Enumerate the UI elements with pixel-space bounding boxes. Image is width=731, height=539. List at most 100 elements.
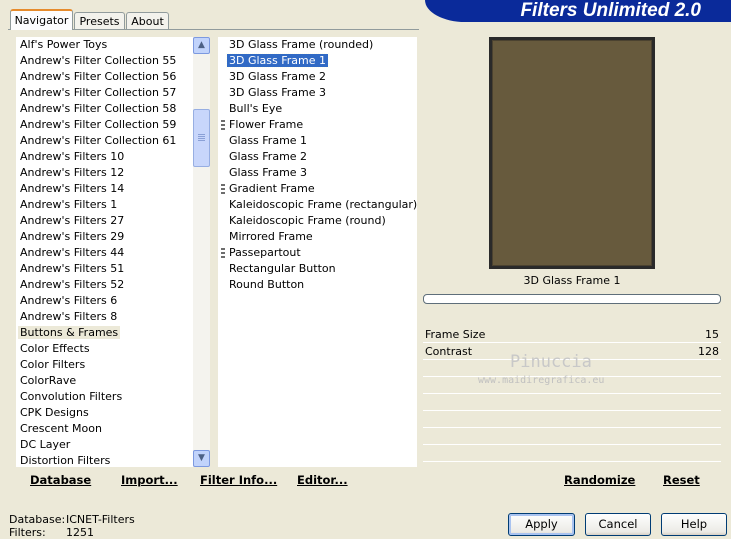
filters-label: Filters: <box>9 526 46 539</box>
category-item[interactable]: Andrew's Filter Collection 59 <box>16 117 193 133</box>
category-label: Andrew's Filter Collection 61 <box>20 134 177 147</box>
param-slot <box>423 445 721 462</box>
database-value: ICNET-Filters <box>66 513 135 526</box>
filter-item[interactable]: Bull's Eye <box>218 101 417 117</box>
category-label: Andrew's Filter Collection 58 <box>20 102 177 115</box>
category-item[interactable]: Andrew's Filter Collection 61 <box>16 133 193 149</box>
filter-list[interactable]: 3D Glass Frame (rounded) 3D Glass Frame 1… <box>218 37 417 467</box>
category-item[interactable]: Andrew's Filters 51 <box>16 261 193 277</box>
category-item[interactable]: Color Effects <box>16 341 193 357</box>
filter-item[interactable]: Mirrored Frame <box>218 229 417 245</box>
category-label: Andrew's Filter Collection 59 <box>20 118 177 131</box>
brand-banner: Filters Unlimited 2.0 <box>425 0 731 22</box>
category-item[interactable]: Andrew's Filter Collection 55 <box>16 53 193 69</box>
randomize-button[interactable]: Randomize <box>564 473 635 487</box>
param-label: Frame Size <box>425 328 486 341</box>
category-item[interactable]: Crescent Moon <box>16 421 193 437</box>
category-item[interactable]: Alf's Power Toys <box>16 37 193 53</box>
scroll-thumb[interactable] <box>193 109 210 167</box>
category-item[interactable]: Buttons & Frames <box>16 325 193 341</box>
category-scrollbar[interactable]: ▲ ▼ <box>193 37 210 467</box>
filter-item[interactable]: 3D Glass Frame 1 <box>218 53 417 69</box>
category-item[interactable]: Andrew's Filters 6 <box>16 293 193 309</box>
param-value: 128 <box>698 345 719 358</box>
filter-item[interactable]: Round Button <box>218 277 417 293</box>
category-label: DC Layer <box>20 438 71 451</box>
filter-item[interactable]: 3D Glass Frame 2 <box>218 69 417 85</box>
database-button[interactable]: Database <box>30 473 91 487</box>
category-item[interactable]: Andrew's Filters 10 <box>16 149 193 165</box>
category-label: Buttons & Frames <box>18 326 121 339</box>
filter-label: Rectangular Button <box>229 262 336 275</box>
help-button[interactable]: Help <box>661 513 727 536</box>
category-item[interactable]: Andrew's Filters 8 <box>16 309 193 325</box>
filter-label: 3D Glass Frame (rounded) <box>229 38 374 51</box>
filter-label: Kaleidoscopic Frame (rectangular) <box>229 198 417 211</box>
category-item[interactable]: Andrew's Filter Collection 58 <box>16 101 193 117</box>
scroll-up-button[interactable]: ▲ <box>193 37 210 54</box>
filter-item[interactable]: Gradient Frame <box>218 181 417 197</box>
filter-label: Gradient Frame <box>229 182 315 195</box>
category-label: Andrew's Filters 52 <box>20 278 125 291</box>
cancel-button[interactable]: Cancel <box>585 513 651 536</box>
category-label: Convolution Filters <box>20 390 123 403</box>
category-label: Andrew's Filters 12 <box>20 166 125 179</box>
category-item[interactable]: Andrew's Filters 29 <box>16 229 193 245</box>
category-list[interactable]: Alf's Power Toys Andrew's Filter Collecti… <box>16 37 193 467</box>
scroll-down-button[interactable]: ▼ <box>193 450 210 467</box>
filter-item[interactable]: Kaleidoscopic Frame (round) <box>218 213 417 229</box>
filter-label: Glass Frame 1 <box>229 134 308 147</box>
filters-value: 1251 <box>66 526 94 539</box>
filter-item[interactable]: 3D Glass Frame 3 <box>218 85 417 101</box>
filter-item[interactable]: Glass Frame 3 <box>218 165 417 181</box>
category-item[interactable]: Andrew's Filters 52 <box>16 277 193 293</box>
import-button[interactable]: Import... <box>121 473 178 487</box>
filter-item[interactable]: Glass Frame 2 <box>218 149 417 165</box>
watermark-name: Pinuccia <box>510 352 592 372</box>
category-item[interactable]: DC Layer <box>16 437 193 453</box>
reset-button[interactable]: Reset <box>663 473 700 487</box>
category-item[interactable]: Andrew's Filter Collection 56 <box>16 69 193 85</box>
filter-label: Passepartout <box>229 246 301 259</box>
param-frame-size[interactable]: Frame Size 15 <box>423 326 721 343</box>
filter-item[interactable]: Glass Frame 1 <box>218 133 417 149</box>
param-value: 15 <box>705 328 719 341</box>
tab-presets[interactable]: Presets <box>74 12 125 29</box>
category-label: Andrew's Filters 1 <box>20 198 118 211</box>
param-slot <box>423 411 721 428</box>
filter-item[interactable]: Passepartout <box>218 245 417 261</box>
filter-item[interactable]: Rectangular Button <box>218 261 417 277</box>
filter-item[interactable]: Flower Frame <box>218 117 417 133</box>
filter-item[interactable]: 3D Glass Frame (rounded) <box>218 37 417 53</box>
category-label: Andrew's Filters 8 <box>20 310 118 323</box>
filter-label: Glass Frame 2 <box>229 150 308 163</box>
filter-item[interactable]: Kaleidoscopic Frame (rectangular) <box>218 197 417 213</box>
preview-image <box>492 40 652 266</box>
filter-label: Flower Frame <box>229 118 304 131</box>
group-icon <box>221 120 225 130</box>
apply-button[interactable]: Apply <box>508 513 575 536</box>
category-item[interactable]: Distortion Filters <box>16 453 193 467</box>
category-item[interactable]: ColorRave <box>16 373 193 389</box>
category-item[interactable]: Andrew's Filters 27 <box>16 213 193 229</box>
category-label: Andrew's Filter Collection 55 <box>20 54 177 67</box>
category-item[interactable]: Andrew's Filters 14 <box>16 181 193 197</box>
category-label: Crescent Moon <box>20 422 102 435</box>
category-item[interactable]: CPK Designs <box>16 405 193 421</box>
preview-frame <box>489 37 655 269</box>
filter-label: Kaleidoscopic Frame (round) <box>229 214 386 227</box>
category-label: ColorRave <box>20 374 77 387</box>
category-item[interactable]: Convolution Filters <box>16 389 193 405</box>
category-item[interactable]: Color Filters <box>16 357 193 373</box>
category-label: CPK Designs <box>20 406 89 419</box>
editor-button[interactable]: Editor... <box>297 473 348 487</box>
category-item[interactable]: Andrew's Filters 12 <box>16 165 193 181</box>
progress-bar <box>423 294 721 304</box>
category-item[interactable]: Andrew's Filters 1 <box>16 197 193 213</box>
tab-navigator[interactable]: Navigator <box>10 9 73 30</box>
filter-info-button[interactable]: Filter Info... <box>200 473 277 487</box>
category-item[interactable]: Andrew's Filters 44 <box>16 245 193 261</box>
category-item[interactable]: Andrew's Filter Collection 57 <box>16 85 193 101</box>
tab-about[interactable]: About <box>126 12 169 29</box>
category-label: Alf's Power Toys <box>20 38 108 51</box>
